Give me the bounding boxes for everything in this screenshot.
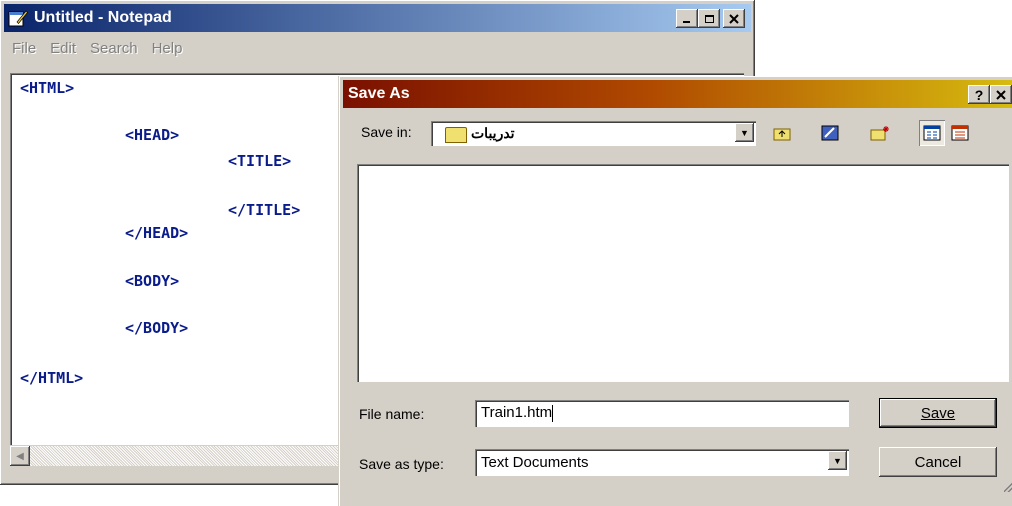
cancel-button[interactable]: Cancel bbox=[879, 447, 997, 477]
dialog-titlebar[interactable]: Save As ? bbox=[343, 80, 1012, 108]
chevron-down-icon[interactable]: ▼ bbox=[735, 123, 754, 142]
file-name-value: Train1.htm bbox=[481, 404, 553, 421]
details-view-icon[interactable] bbox=[947, 120, 973, 146]
list-view-icon[interactable] bbox=[919, 120, 945, 146]
save-in-label: Save in: bbox=[361, 124, 412, 140]
file-name-input[interactable]: Train1.htm bbox=[475, 400, 849, 427]
code-line-title-close: </TITLE> bbox=[228, 201, 301, 219]
save-as-type-combobox[interactable]: Text Documents ▼ bbox=[475, 449, 849, 476]
menu-search[interactable]: Search bbox=[84, 40, 146, 64]
code-line-html-open: <HTML> bbox=[20, 79, 75, 97]
code-line-html-close: </HTML> bbox=[20, 369, 84, 387]
save-as-dialog: Save As ? Save in: تدريبات ▼ File name: … bbox=[338, 76, 1012, 506]
file-list-pane[interactable] bbox=[357, 164, 1009, 382]
new-folder-icon[interactable] bbox=[867, 120, 893, 146]
menu-help[interactable]: Help bbox=[146, 40, 191, 64]
save-button-label: Save bbox=[920, 404, 956, 422]
desktop-icon[interactable] bbox=[817, 120, 843, 146]
cancel-button-label: Cancel bbox=[914, 453, 962, 471]
close-icon[interactable] bbox=[990, 85, 1012, 104]
close-icon[interactable] bbox=[723, 9, 745, 28]
code-line-head-close: </HEAD> bbox=[125, 224, 189, 242]
file-name-label: File name: bbox=[359, 406, 425, 422]
notepad-title: Untitled - Notepad bbox=[34, 9, 172, 26]
text-caret bbox=[552, 404, 554, 422]
save-in-combobox[interactable]: تدريبات ▼ bbox=[431, 121, 756, 146]
menu-file[interactable]: File bbox=[6, 40, 44, 64]
save-button[interactable]: Save bbox=[879, 398, 997, 428]
save-in-value: تدريبات bbox=[471, 125, 515, 141]
scroll-left-icon[interactable]: ◀ bbox=[10, 446, 30, 466]
code-line-body-open: <BODY> bbox=[125, 272, 180, 290]
folder-icon bbox=[445, 127, 467, 143]
save-as-type-value: Text Documents bbox=[481, 454, 589, 471]
up-folder-icon[interactable] bbox=[769, 120, 795, 146]
resize-grip-icon[interactable] bbox=[1004, 478, 1012, 492]
dialog-title: Save As bbox=[348, 85, 410, 102]
maximize-icon[interactable] bbox=[698, 9, 720, 28]
code-line-body-close: </BODY> bbox=[125, 319, 189, 337]
code-line-title-open: <TITLE> bbox=[228, 152, 292, 170]
menu-edit[interactable]: Edit bbox=[44, 40, 84, 64]
notepad-menubar: File Edit Search Help bbox=[6, 40, 190, 64]
code-line-head-open: <HEAD> bbox=[125, 126, 180, 144]
notepad-titlebar[interactable]: Untitled - Notepad bbox=[4, 4, 751, 32]
minimize-icon[interactable] bbox=[676, 9, 698, 28]
save-as-type-label: Save as type: bbox=[359, 456, 444, 472]
chevron-down-icon[interactable]: ▼ bbox=[828, 451, 847, 470]
help-icon[interactable]: ? bbox=[968, 85, 990, 104]
notepad-icon bbox=[8, 9, 28, 27]
